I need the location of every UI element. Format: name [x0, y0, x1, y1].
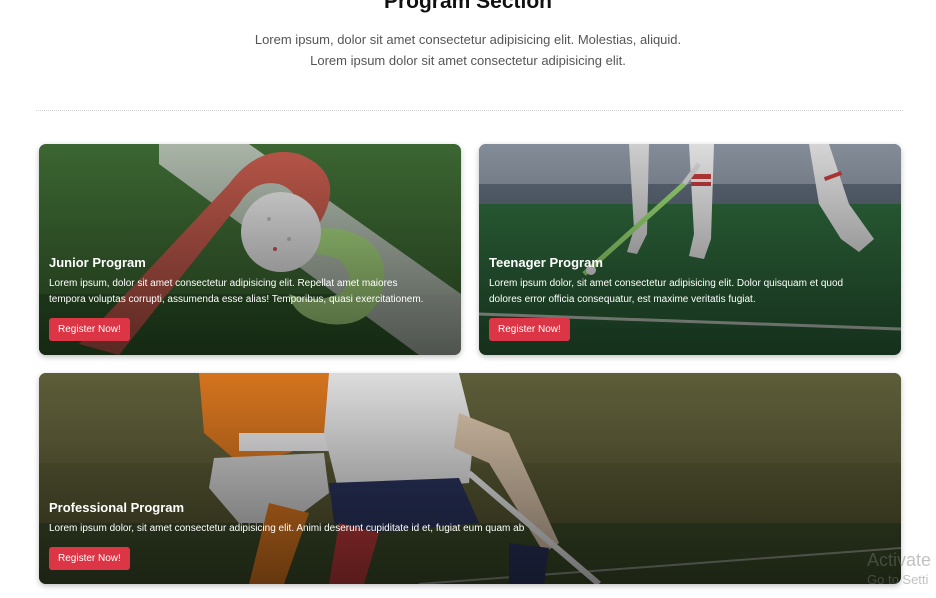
watermark-line-2: Go to Setti: [867, 572, 929, 587]
teenager-program-card: Teenager Program Lorem ipsum dolor, sit …: [479, 144, 901, 355]
register-now-button[interactable]: Register Now!: [49, 547, 130, 570]
watermark-line-1: Activate: [867, 550, 932, 570]
card-body: Professional Program Lorem ipsum dolor, …: [49, 500, 891, 570]
section-divider: [36, 110, 903, 111]
card-title: Professional Program: [49, 500, 185, 515]
card-text-line-2: dolores error officia consequatur, est m…: [489, 294, 756, 305]
card-text: Lorem ipsum dolor, sit amet consectetur …: [49, 521, 891, 537]
section-description-line-2: Lorem ipsum dolor sit amet consectetur a…: [310, 53, 626, 68]
card-text: Lorem ipsum, dolor sit amet consectetur …: [49, 276, 451, 308]
card-text: Lorem ipsum dolor, sit amet consectetur …: [489, 276, 891, 308]
junior-program-card: Junior Program Lorem ipsum, dolor sit am…: [39, 144, 461, 355]
section-title: Program Section: [383, 0, 553, 13]
card-title: Junior Program: [49, 255, 146, 270]
card-text-line-1: Lorem ipsum dolor, sit amet consectetur …: [49, 523, 525, 534]
card-text-line-1: Lorem ipsum, dolor sit amet consectetur …: [49, 278, 398, 289]
card-text-line-1: Lorem ipsum dolor, sit amet consectetur …: [489, 278, 844, 289]
activation-watermark: Activate Go to Setti: [867, 549, 931, 589]
card-body: Teenager Program Lorem ipsum dolor, sit …: [489, 255, 891, 341]
card-text-line-2: tempora voluptas corrupti, assumenda ess…: [49, 294, 424, 305]
section-description-line-1: Lorem ipsum, dolor sit amet consectetur …: [254, 32, 682, 47]
register-now-button[interactable]: Register Now!: [489, 318, 570, 341]
section-description: Lorem ipsum, dolor sit amet consectetur …: [0, 29, 936, 71]
professional-program-card: Professional Program Lorem ipsum dolor, …: [39, 373, 901, 584]
card-title: Teenager Program: [489, 255, 603, 270]
card-body: Junior Program Lorem ipsum, dolor sit am…: [49, 255, 451, 341]
register-now-button[interactable]: Register Now!: [49, 318, 130, 341]
